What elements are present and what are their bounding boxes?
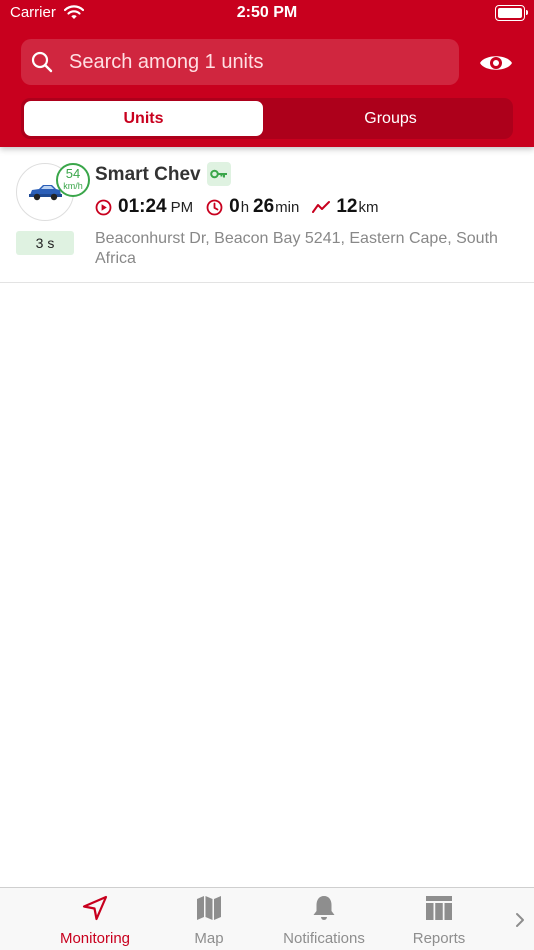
units-groups-segmented-control: Units Groups [21, 98, 513, 139]
distance-unit: km [358, 199, 379, 216]
key-icon [210, 169, 227, 179]
ignition-key-badge [207, 162, 231, 186]
unit-name: Smart Chev [95, 164, 201, 185]
status-bar: Carrier 2:50 PM [0, 0, 534, 30]
tab-notifications[interactable]: Notifications [269, 888, 379, 950]
trip-start-time: 01:24 [118, 196, 167, 217]
trend-line-icon [312, 201, 331, 213]
chevron-right-icon[interactable] [510, 910, 530, 930]
duration-minutes-label: min [275, 199, 300, 216]
tab-reports-label: Reports [412, 930, 466, 947]
unit-address: Beaconhurst Dr, Beacon Bay 5241, Eastern… [95, 230, 498, 267]
speed-unit: km/h [63, 181, 83, 191]
bottom-tab-bar: Monitoring Map Notifications Reports [0, 887, 534, 950]
unit-list-item[interactable]: 54 km/h 3 s Smart Chev 01:24 PM 0 h 26 m… [0, 149, 534, 283]
duration-minutes: 26 [253, 196, 275, 217]
tab-units[interactable]: Units [24, 101, 263, 136]
search-input[interactable] [69, 39, 449, 85]
duration-hours: 0 [229, 196, 240, 217]
trip-start-ampm: PM [170, 199, 194, 216]
trip-distance-stat: 12 km [312, 196, 378, 218]
map-icon [197, 896, 221, 920]
trip-start-stat: 01:24 PM [95, 196, 193, 218]
tab-notifications-label: Notifications [283, 930, 365, 947]
last-update-badge: 3 s [16, 231, 74, 255]
trip-stats: 01:24 PM 0 h 26 min 12 km [95, 195, 391, 219]
distance-value: 12 [336, 196, 358, 217]
play-circle-icon [95, 199, 112, 215]
table-icon [426, 896, 452, 920]
trip-duration-stat: 0 h 26 min [206, 196, 299, 218]
status-time: 2:50 PM [236, 4, 298, 21]
tab-reports[interactable]: Reports [384, 888, 494, 950]
tab-monitoring-label: Monitoring [59, 930, 131, 947]
clock-icon [206, 199, 223, 215]
bell-icon [313, 896, 335, 920]
visibility-toggle-button[interactable] [476, 44, 516, 82]
header: Carrier 2:50 PM Units Groups [0, 0, 534, 147]
search-bar[interactable] [21, 39, 459, 85]
eye-icon [480, 56, 512, 70]
navigation-arrow-icon [82, 895, 108, 921]
speed-badge: 54 km/h [56, 163, 90, 197]
tab-groups[interactable]: Groups [271, 101, 510, 136]
battery-icon [495, 5, 528, 21]
tab-map-label: Map [194, 930, 224, 947]
tab-monitoring[interactable]: Monitoring [40, 888, 150, 950]
search-icon [31, 51, 53, 73]
tab-map[interactable]: Map [154, 888, 264, 950]
speed-value: 54 [65, 166, 81, 181]
duration-hours-label: h [240, 199, 250, 216]
